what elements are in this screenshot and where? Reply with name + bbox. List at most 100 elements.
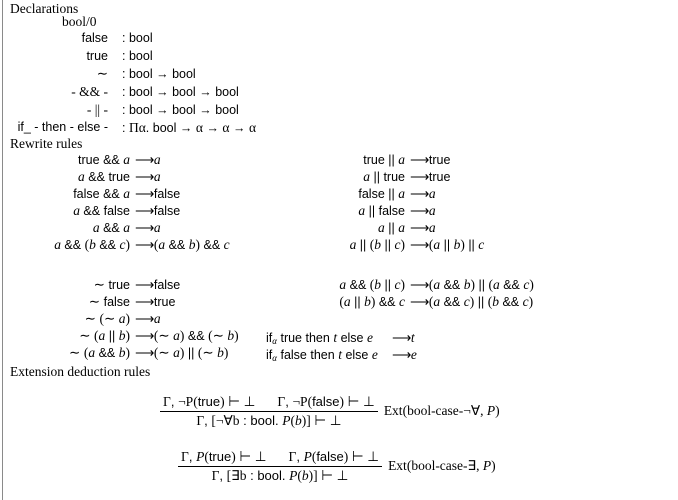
rewrite-rhs-text: a xyxy=(428,186,436,201)
rewrite-arrow: ⟶ xyxy=(135,345,154,360)
rewrite-rules-heading: Rewrite rules xyxy=(10,136,83,151)
rewrite-rhs-text: a xyxy=(153,311,161,326)
document-page: Declarations bool/0 false : bool true : … xyxy=(0,0,678,500)
rewrite-rhs-text: (a && c) || (b && c) xyxy=(428,294,534,309)
rewrite-rhs: ⟶(a && b) || (a && c) xyxy=(410,277,534,293)
rewrite-rhs-if-false: ⟶e xyxy=(392,347,417,363)
inference-premises: Γ, P(true) ⊢ ⊥ Γ, P(false) ⊢ ⊥ xyxy=(178,449,382,465)
rewrite-rhs: ⟶a xyxy=(410,186,436,202)
rewrite-rhs-text: (∼ a) && (∼ b) xyxy=(153,328,239,343)
rewrite-arrow: ⟶ xyxy=(135,328,154,343)
premise-left: Γ, P(true) ⊢ ⊥ xyxy=(181,449,267,464)
rewrite-rhs: ⟶a xyxy=(410,220,436,236)
rewrite-lhs: true && a xyxy=(78,152,130,167)
premise-right: Γ, P(false) ⊢ ⊥ xyxy=(288,449,380,464)
rewrite-arrow: ⟶ xyxy=(392,330,411,345)
rewrite-rhs-text: true xyxy=(153,295,176,309)
rewrite-rhs-text: true xyxy=(428,153,451,167)
declaration-type-and: : bool → bool → bool xyxy=(122,85,239,99)
rewrite-rhs: ⟶(∼ a) && (∼ b) xyxy=(135,328,239,344)
rewrite-rhs: ⟶a xyxy=(135,220,161,236)
rewrite-rhs: ⟶(a || b) || c xyxy=(410,237,484,253)
inference-label: Ext(bool-case-¬∀, P) xyxy=(383,403,500,418)
rewrite-rhs: ⟶(a && b) && c xyxy=(135,237,230,253)
declaration-name-and: - && - xyxy=(71,84,108,99)
rewrite-rhs: ⟶false xyxy=(135,186,180,202)
rewrite-lhs: true || a xyxy=(363,152,405,167)
rewrite-lhs: a && (b && c) xyxy=(54,237,130,252)
premise-left: Γ, ¬P(true) ⊢ ⊥ xyxy=(163,394,256,409)
extension-rules-heading: Extension deduction rules xyxy=(10,364,151,379)
rewrite-arrow: ⟶ xyxy=(410,186,429,201)
rewrite-lhs: a && (b || c) xyxy=(339,277,405,292)
rewrite-arrow: ⟶ xyxy=(410,152,429,167)
rewrite-rhs-text: a xyxy=(153,152,161,167)
rewrite-arrow: ⟶ xyxy=(410,237,429,252)
rewrite-lhs: a || a xyxy=(378,220,405,235)
rewrite-lhs-if-false: ifα false then t else e xyxy=(266,347,378,363)
rewrite-rhs: ⟶(a && c) || (b && c) xyxy=(410,294,533,310)
rewrite-arrow: ⟶ xyxy=(392,347,411,362)
rewrite-rhs-text: e xyxy=(410,347,417,362)
declaration-type-true: : bool xyxy=(122,49,153,63)
rewrite-lhs: ∼ false xyxy=(88,294,130,309)
rewrite-lhs-if-true: ifα true then t else e xyxy=(266,330,373,346)
rewrite-rhs-text: (a && b) || (a && c) xyxy=(428,277,534,292)
declaration-type-or: : bool → bool → bool xyxy=(122,103,239,117)
declaration-type-false: : bool xyxy=(122,31,153,45)
rewrite-lhs: ∼ (a || b) xyxy=(79,328,130,343)
rewrite-rhs: ⟶false xyxy=(135,203,180,219)
rewrite-lhs: false || a xyxy=(358,186,405,201)
rewrite-rhs-text: false xyxy=(153,278,181,292)
rewrite-rhs-text: a xyxy=(428,203,436,218)
rewrite-arrow: ⟶ xyxy=(410,220,429,235)
rewrite-rhs-text: a xyxy=(153,220,161,235)
declaration-sort: bool/0 xyxy=(62,14,97,29)
rewrite-arrow: ⟶ xyxy=(135,186,154,201)
declaration-type-not: : bool → bool xyxy=(122,67,196,81)
rewrite-rhs: ⟶a xyxy=(135,152,161,168)
rewrite-arrow: ⟶ xyxy=(410,169,429,184)
rewrite-lhs: a || false xyxy=(358,203,405,218)
inference-stack: Γ, ¬P(true) ⊢ ⊥ Γ, ¬P(false) ⊢ ⊥ Γ, [¬∀b … xyxy=(160,393,378,429)
rewrite-rhs: ⟶a xyxy=(135,311,161,327)
rewrite-lhs: ∼ (a && b) xyxy=(69,345,130,360)
rewrite-rhs-text: a xyxy=(428,220,436,235)
rewrite-arrow: ⟶ xyxy=(135,294,154,309)
rewrite-rhs-text: false xyxy=(153,204,181,218)
rewrite-arrow: ⟶ xyxy=(410,294,429,309)
rewrite-rhs-text: t xyxy=(410,330,415,345)
inference-rule-bool-case-exists: Γ, P(true) ⊢ ⊥ Γ, P(false) ⊢ ⊥ Γ, [∃b : b… xyxy=(178,448,496,484)
rewrite-rhs-text: true xyxy=(428,170,451,184)
declaration-name-or: - || - xyxy=(86,102,108,117)
rewrite-lhs: ∼ (∼ a) xyxy=(84,311,130,326)
declaration-name-not: ∼ xyxy=(96,66,108,81)
rewrite-rhs: ⟶true xyxy=(135,294,175,310)
rewrite-arrow: ⟶ xyxy=(135,277,154,292)
rewrite-lhs: a && true xyxy=(78,169,130,184)
declaration-type-if: : Πα. bool → α → α → α xyxy=(122,120,257,135)
rewrite-arrow: ⟶ xyxy=(135,169,154,184)
rewrite-rhs-text: (∼ a) || (∼ b) xyxy=(153,345,229,360)
rewrite-lhs: a && false xyxy=(73,203,130,218)
rewrite-lhs: ∼ true xyxy=(93,277,130,292)
rewrite-rhs-text: (a || b) || c xyxy=(428,237,485,252)
inference-stack: Γ, P(true) ⊢ ⊥ Γ, P(false) ⊢ ⊥ Γ, [∃b : b… xyxy=(178,448,383,484)
rewrite-rhs: ⟶(∼ a) || (∼ b) xyxy=(135,345,228,361)
declaration-name-if: if_ - then - else - xyxy=(17,120,108,134)
rewrite-arrow: ⟶ xyxy=(135,237,154,252)
inference-premises: Γ, ¬P(true) ⊢ ⊥ Γ, ¬P(false) ⊢ ⊥ xyxy=(160,394,378,410)
inference-conclusion: Γ, [∃b : bool. P(b)] ⊢ ⊥ xyxy=(211,468,349,483)
rewrite-arrow: ⟶ xyxy=(410,203,429,218)
rewrite-rhs-text: a xyxy=(153,169,161,184)
rewrite-arrow: ⟶ xyxy=(135,220,154,235)
inference-rule-bool-case-not-forall: Γ, ¬P(true) ⊢ ⊥ Γ, ¬P(false) ⊢ ⊥ Γ, [¬∀b … xyxy=(160,393,500,429)
rewrite-rhs-text: (a && b) && c xyxy=(153,237,230,252)
rewrite-arrow: ⟶ xyxy=(410,277,429,292)
rewrite-rhs: ⟶a xyxy=(135,169,161,185)
rewrite-rhs: ⟶true xyxy=(410,169,450,185)
rewrite-rhs: ⟶a xyxy=(410,203,436,219)
premise-right: Γ, ¬P(false) ⊢ ⊥ xyxy=(277,394,375,409)
rewrite-arrow: ⟶ xyxy=(135,203,154,218)
rewrite-rhs: ⟶true xyxy=(410,152,450,168)
